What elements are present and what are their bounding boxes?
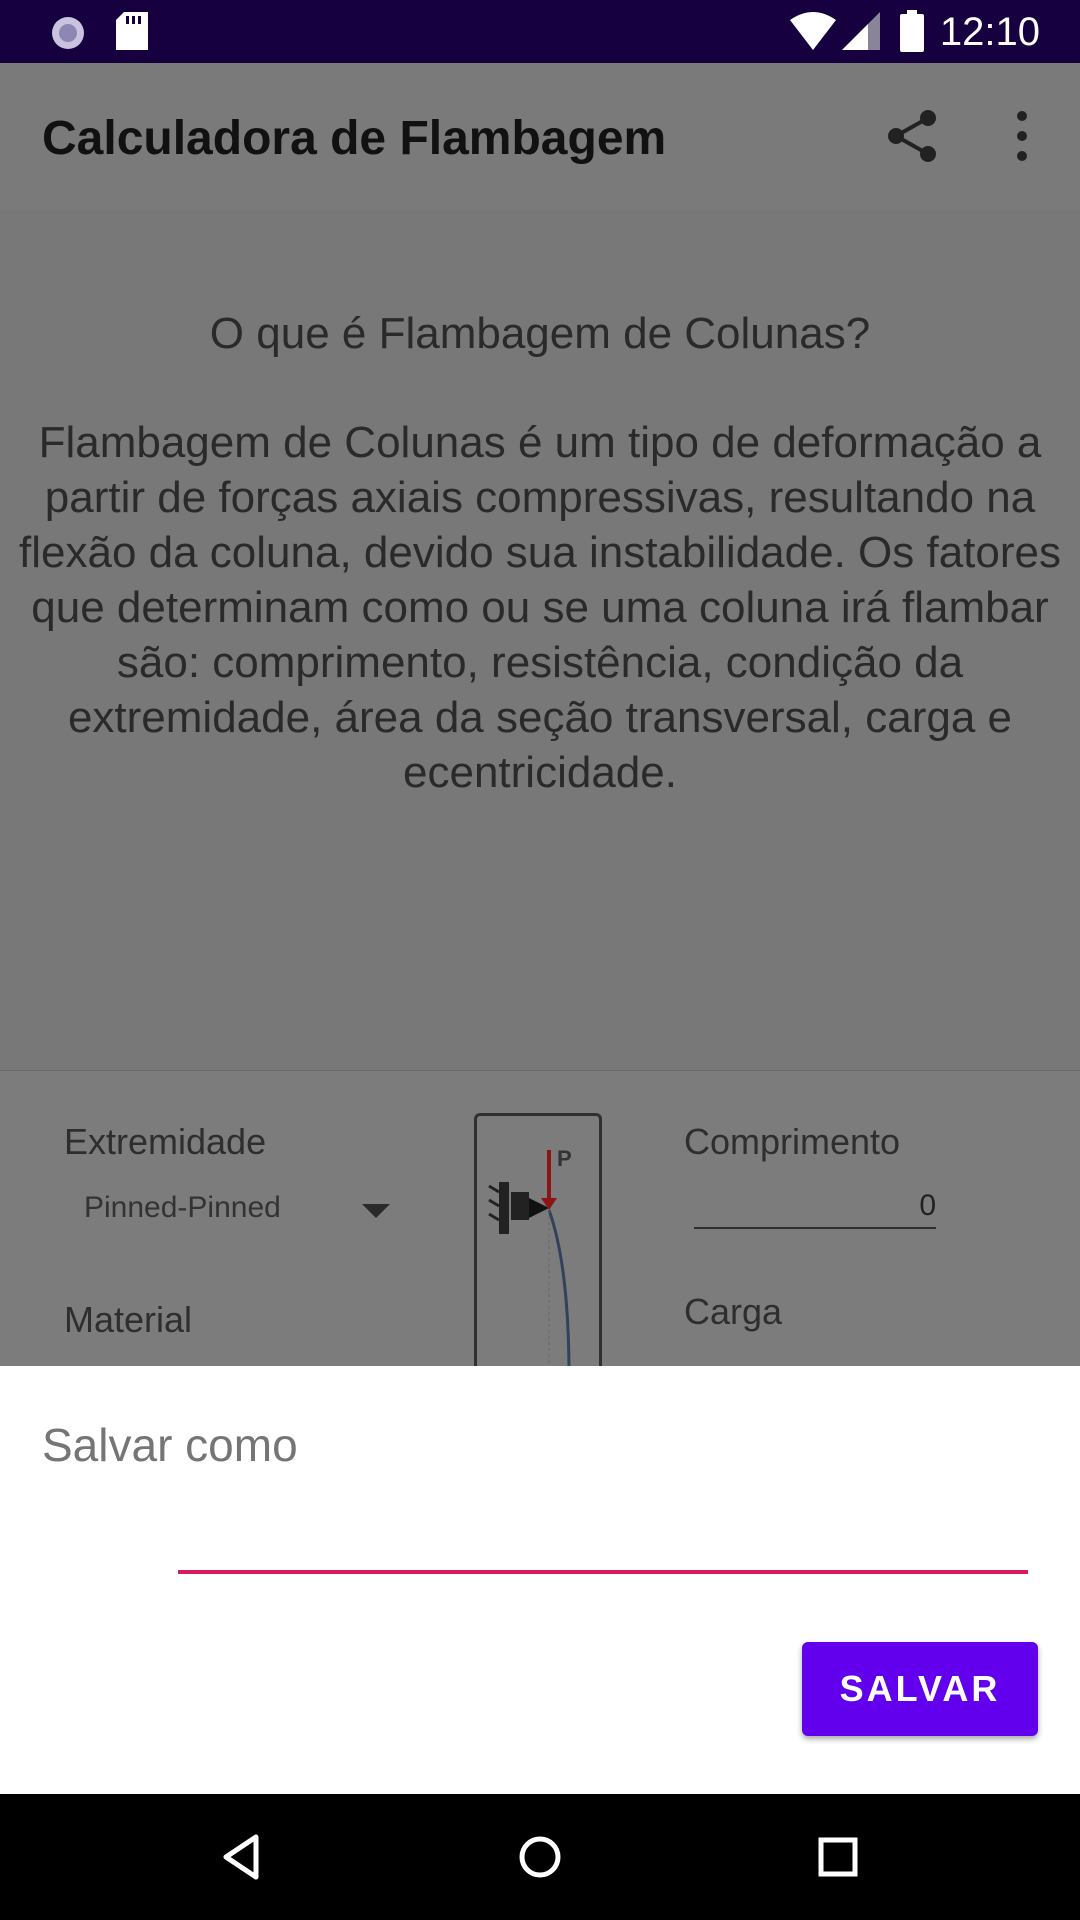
chevron-down-icon[interactable] (362, 1204, 390, 1218)
home-icon[interactable] (510, 1827, 570, 1887)
status-time: 12:10 (939, 10, 1040, 54)
length-input[interactable]: 0 (694, 1185, 936, 1229)
info-title: O que é Flambagem de Colunas? (209, 309, 871, 358)
calculator-card: Extremidade Pinned-Pinned Material P Com… (0, 1070, 1080, 1377)
back-icon[interactable] (212, 1827, 272, 1887)
info-body: Flambagem de Colunas é um tipo de deform… (19, 418, 1061, 797)
status-bar: 12:10 (0, 0, 1080, 63)
app-bar: Calculadora de Flambagem (0, 63, 1080, 210)
pinned-column-icon (488, 1150, 571, 1377)
length-label: Comprimento (684, 1121, 901, 1162)
sd-card-icon (116, 12, 148, 50)
sync-icon (52, 17, 84, 49)
wifi-icon (790, 12, 836, 50)
save-button[interactable]: SALVAR (802, 1642, 1038, 1736)
filename-input[interactable] (178, 1516, 1028, 1574)
signal-icon (842, 12, 880, 50)
end-condition-dropdown[interactable]: Pinned-Pinned (84, 1191, 281, 1225)
end-condition-label: Extremidade (64, 1121, 267, 1162)
dialog-title: Salvar como (42, 1419, 298, 1471)
more-vert-icon[interactable] (992, 106, 1052, 166)
column-diagram: P (474, 1113, 602, 1377)
save-as-dialog: Salvar como SALVAR (0, 1366, 1080, 1794)
main-content: O que é Flambagem de Colunas? Flambagem … (0, 210, 1080, 1377)
app-title: Calculadora de Flambagem (42, 112, 667, 165)
load-label: Carga (684, 1291, 783, 1332)
navigation-bar (0, 1794, 1080, 1920)
diagram-load-label: P (557, 1146, 572, 1171)
battery-icon (900, 10, 924, 52)
recents-icon[interactable] (808, 1827, 868, 1887)
material-label: Material (64, 1299, 193, 1340)
share-icon[interactable] (882, 106, 942, 166)
